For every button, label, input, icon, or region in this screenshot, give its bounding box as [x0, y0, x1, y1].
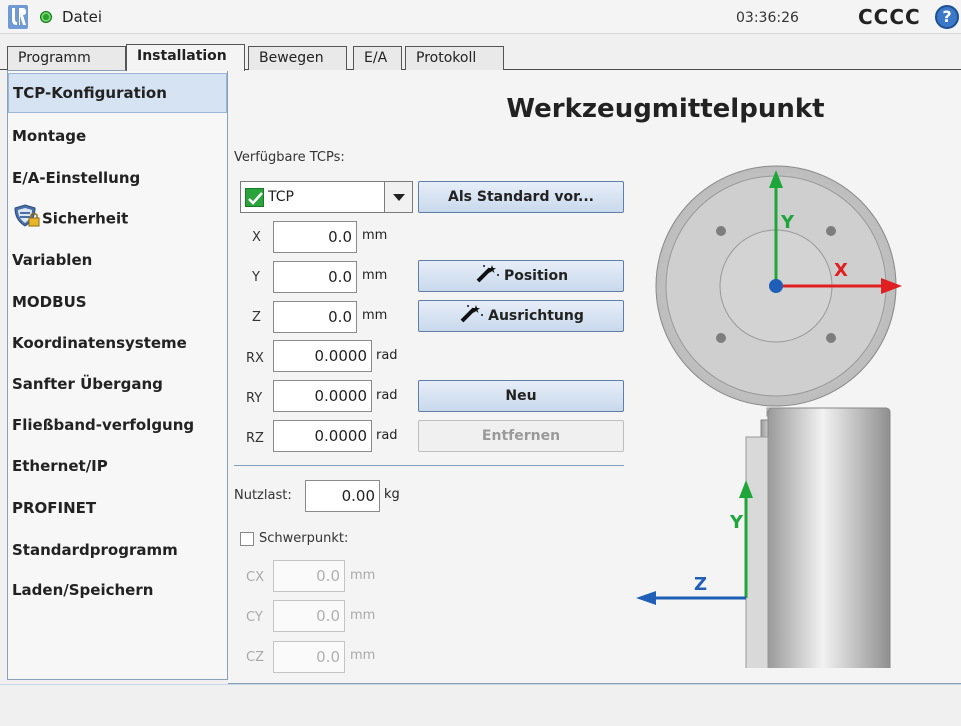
- z-label: Z: [252, 310, 261, 325]
- top-bar: Datei 03:36:26 CCCC ?: [0, 0, 961, 34]
- help-icon[interactable]: ?: [935, 5, 959, 29]
- magic-wand-icon: [460, 305, 484, 323]
- sidebar-item-label: Sanfter Übergang: [12, 375, 163, 393]
- sidebar: TCP-Konfiguration Montage E/A-Einstellun…: [7, 70, 228, 680]
- top-y-axis-label: Y: [780, 212, 795, 233]
- sidebar-item-modbus[interactable]: MODBUS: [8, 283, 227, 323]
- cz-field[interactable]: 0.0: [273, 641, 345, 673]
- cx-label: CX: [246, 570, 264, 585]
- sidebar-item-label: E/A-Einstellung: [12, 169, 141, 187]
- z-axis-label: Z: [694, 574, 707, 595]
- tcp-select[interactable]: TCP: [240, 181, 413, 213]
- payload-label: Nutzlast:: [234, 488, 292, 503]
- x-field[interactable]: 0.0: [273, 221, 357, 253]
- sidebar-item-label: MODBUS: [12, 293, 87, 311]
- sidebar-item-ethernet-ip[interactable]: Ethernet/IP: [8, 447, 227, 487]
- rx-unit: rad: [376, 348, 398, 363]
- sidebar-item-label: Ethernet/IP: [12, 457, 108, 475]
- shield-lock-icon: [14, 204, 40, 227]
- side-y-axis-label: Y: [729, 512, 744, 533]
- sidebar-item-profinet[interactable]: PROFINET: [8, 489, 227, 529]
- sidebar-item-sanfter-uebergang[interactable]: Sanfter Übergang: [8, 365, 227, 405]
- chevron-down-icon[interactable]: [384, 182, 412, 212]
- sidebar-item-sicherheit[interactable]: Sicherheit: [8, 199, 227, 239]
- clock: 03:36:26: [736, 10, 799, 26]
- sidebar-item-koordinatensysteme[interactable]: Koordinatensysteme: [8, 324, 227, 364]
- sidebar-item-label: TCP-Konfiguration: [13, 84, 167, 102]
- cog-label: Schwerpunkt:: [259, 531, 349, 546]
- sidebar-item-fliessband-verfolgung[interactable]: Fließband-verfolgung: [8, 406, 227, 446]
- rz-label: RZ: [246, 431, 264, 446]
- file-menu[interactable]: Datei: [62, 8, 102, 26]
- x-label: X: [252, 230, 261, 245]
- sidebar-item-laden-speichern[interactable]: Laden/Speichern: [8, 571, 227, 611]
- cz-label: CZ: [246, 650, 264, 665]
- y-label: Y: [252, 270, 260, 285]
- rz-unit: rad: [376, 428, 398, 443]
- origin-point: [769, 279, 783, 293]
- sidebar-item-standardprogramm[interactable]: Standardprogramm: [8, 531, 227, 571]
- position-button-label: Position: [503, 268, 569, 284]
- sidebar-item-label: Koordinatensysteme: [12, 334, 187, 352]
- cz-unit: mm: [350, 648, 376, 663]
- tool-flange-diagram: Y X Y Z: [636, 165, 902, 668]
- tab-bar: Programm Installation Bewegen E/A Protok…: [0, 44, 961, 71]
- new-tcp-button[interactable]: Neu: [418, 380, 624, 412]
- tab-installation[interactable]: Installation: [126, 44, 245, 71]
- sidebar-item-ea-einstellung[interactable]: E/A-Einstellung: [8, 159, 227, 199]
- cog-checkbox[interactable]: [240, 532, 254, 546]
- sidebar-item-montage[interactable]: Montage: [8, 117, 227, 157]
- cx-unit: mm: [350, 568, 376, 583]
- set-default-button[interactable]: Als Standard vor...: [418, 181, 624, 213]
- sidebar-item-variablen[interactable]: Variablen: [8, 241, 227, 281]
- tcp-select-value: TCP: [268, 189, 294, 205]
- z-field[interactable]: 0.0: [273, 301, 357, 333]
- sidebar-item-tcp-konfiguration[interactable]: TCP-Konfiguration: [8, 73, 227, 113]
- tab-programm[interactable]: Programm: [7, 46, 126, 70]
- sidebar-item-label: PROFINET: [12, 499, 97, 517]
- sidebar-item-label: Variablen: [12, 251, 93, 269]
- sidebar-item-label: Laden/Speichern: [12, 581, 154, 599]
- ry-field[interactable]: 0.0000: [273, 380, 372, 412]
- page-title: Werkzeugmittelpunkt: [506, 94, 825, 124]
- remove-tcp-button[interactable]: Entfernen: [418, 420, 624, 452]
- magic-wand-icon: [476, 265, 499, 283]
- payload-unit: kg: [384, 487, 400, 502]
- x-unit: mm: [362, 228, 388, 243]
- ur-logo-icon: [8, 5, 28, 29]
- sidebar-item-label: Sicherheit: [42, 209, 129, 228]
- ry-unit: rad: [376, 388, 398, 403]
- orientation-button-label: Ausrichtung: [488, 308, 584, 324]
- cx-field[interactable]: 0.0: [273, 560, 345, 592]
- rx-label: RX: [246, 351, 264, 366]
- tab-bewegen[interactable]: Bewegen: [248, 46, 347, 70]
- sidebar-item-label: Montage: [12, 127, 87, 145]
- status-area: [0, 684, 961, 726]
- rz-field[interactable]: 0.0000: [273, 420, 372, 452]
- tab-ea[interactable]: E/A: [353, 46, 402, 70]
- tab-protokoll[interactable]: Protokoll: [405, 46, 504, 70]
- position-button[interactable]: Position: [418, 260, 624, 292]
- y-unit: mm: [362, 268, 388, 283]
- cy-label: CY: [246, 610, 263, 625]
- orientation-button[interactable]: Ausrichtung: [418, 300, 624, 332]
- available-tcps-label: Verfügbare TCPs:: [234, 150, 345, 165]
- status-dot-icon: [40, 11, 52, 23]
- top-x-axis-label: X: [834, 260, 848, 281]
- separator: [234, 465, 624, 466]
- sidebar-item-label: Fließband-verfolgung: [12, 416, 195, 434]
- cy-field[interactable]: 0.0: [273, 600, 345, 632]
- payload-field[interactable]: 0.00: [305, 480, 380, 512]
- checkmark-icon: [245, 188, 264, 207]
- y-field[interactable]: 0.0: [273, 261, 357, 293]
- sidebar-item-label: Standardprogramm: [12, 541, 178, 559]
- z-unit: mm: [362, 308, 388, 323]
- cy-unit: mm: [350, 608, 376, 623]
- rx-field[interactable]: 0.0000: [273, 340, 372, 372]
- main-panel: Werkzeugmittelpunkt Verfügbare TCPs: TCP…: [228, 70, 961, 684]
- ry-label: RY: [246, 391, 263, 406]
- robot-name: CCCC: [858, 5, 921, 29]
